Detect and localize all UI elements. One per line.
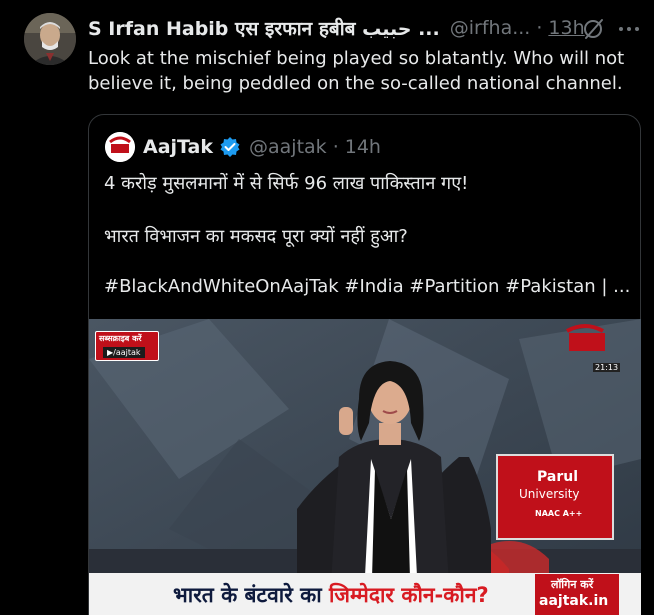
parul-naac-label: NAAC A++ (535, 509, 583, 518)
author-avatar[interactable] (24, 13, 76, 65)
verified-badge-icon (220, 137, 240, 157)
login-banner-line-2: aajtak.in (539, 593, 609, 609)
quote-text-hashtags[interactable]: #BlackAndWhiteOnAajTak #India #Partition… (104, 276, 630, 297)
channel-handle-badge: ▶/aajtak (103, 347, 145, 358)
news-studio-image (89, 319, 641, 615)
headline-part-2: जिम्मेदार कौन-कौन? (328, 583, 489, 607)
quote-author-handle[interactable]: @aajtak (249, 136, 327, 158)
quote-timestamp[interactable]: 14h (345, 136, 381, 158)
more-icon[interactable] (617, 17, 641, 41)
headline-text: भारत के बंटवारे का जिम्मेदार कौन-कौन? (173, 581, 489, 609)
clock-chip: 21:13 (593, 363, 621, 372)
tweet-timestamp[interactable]: 13h (548, 17, 584, 39)
parul-logo-subtitle: University (519, 487, 580, 501)
quote-author-name[interactable]: AajTak (143, 136, 213, 158)
separator: · (536, 17, 543, 39)
author-name[interactable]: S Irfan Habib एस इरफान हबीब حبیب ... (88, 15, 440, 41)
quote-text-line-1: 4 करोड़ मुसलमानों में से सिर्फ 96 लाख पा… (104, 173, 469, 194)
grok-icon[interactable] (582, 17, 606, 41)
author-handle[interactable]: @irfha... (450, 17, 531, 39)
login-banner-line-1: लॉगिन करें (551, 578, 594, 591)
headline-part-1: भारत के बंटवारे का (173, 583, 329, 607)
quote-separator: · (332, 136, 339, 158)
subscribe-badge-text: सब्सक्राइब करें (99, 334, 142, 343)
tweet-text: Look at the mischief being played so bla… (88, 48, 625, 94)
aajtak-logo-icon (105, 132, 135, 162)
quote-avatar[interactable] (105, 132, 135, 162)
tweet-header: S Irfan Habib एस इरफान हबीब حبیب ... @ir… (88, 14, 585, 42)
tweet[interactable]: S Irfan Habib एस इरफान हबीब حبیب ... @ir… (0, 0, 654, 615)
quote-text-line-2: भारत विभाजन का मकसद पूरा क्यों नहीं हुआ? (104, 226, 408, 247)
parul-logo-title: Parul (537, 469, 579, 485)
avatar-photo (24, 13, 76, 65)
quote-video-thumbnail[interactable]: सब्सक्राइब करें ▶/aajtak 21:13 Parul Uni… (89, 319, 641, 615)
quote-header: AajTak @aajtak · 14h (105, 132, 381, 162)
